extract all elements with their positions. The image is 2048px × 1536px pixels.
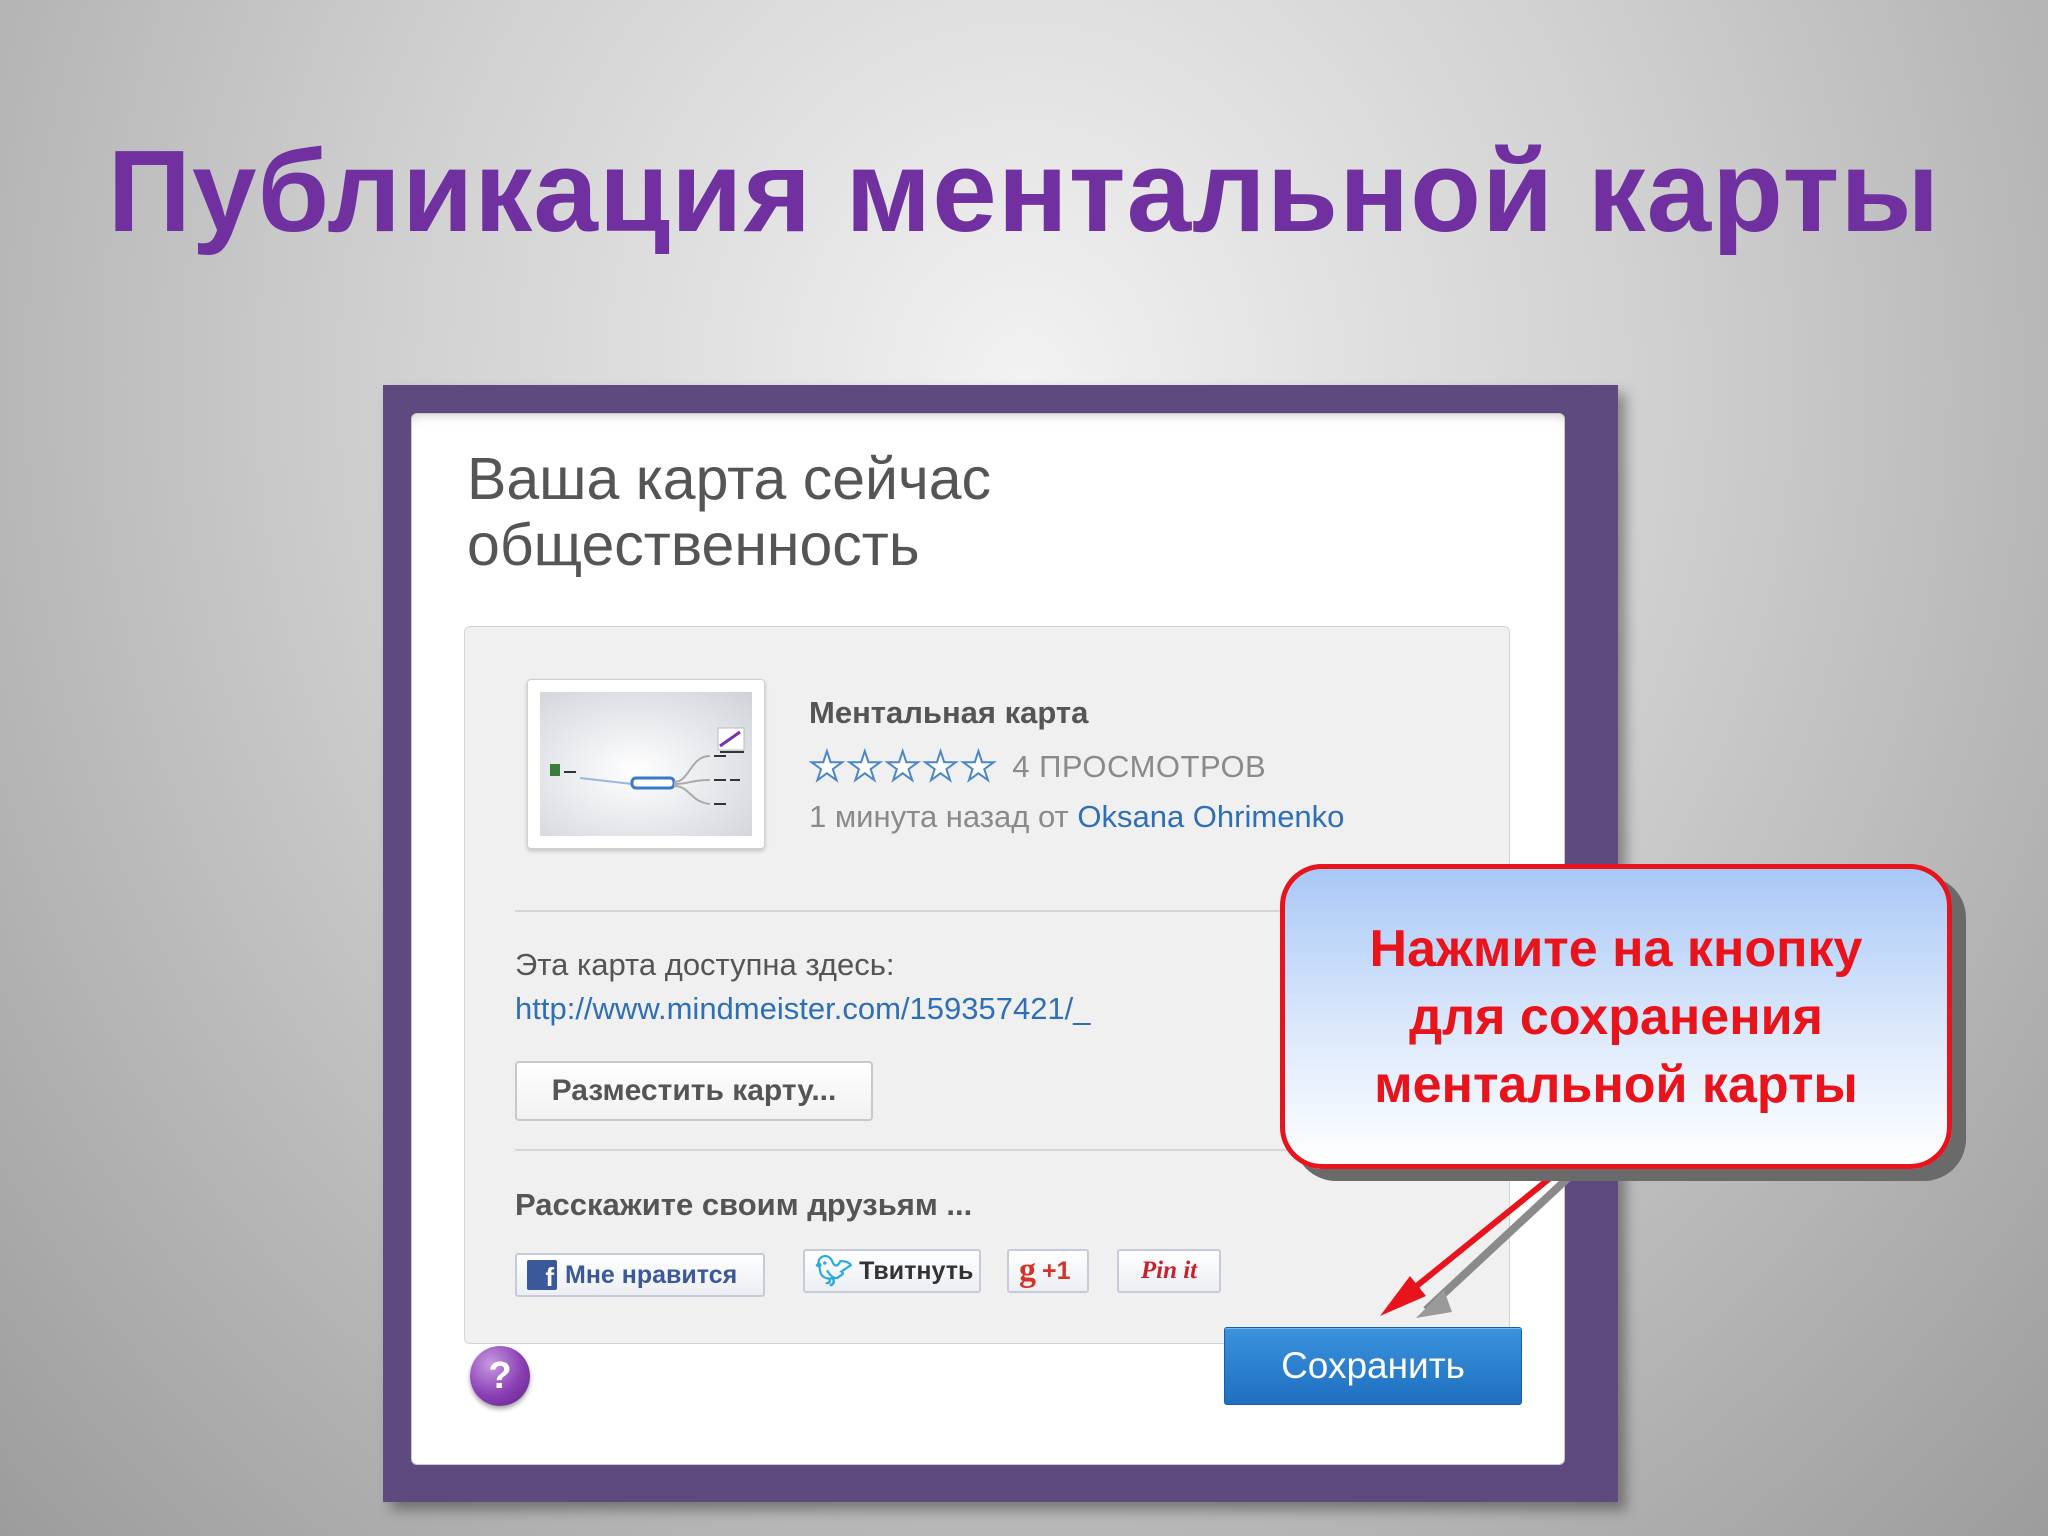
facebook-like-label: Мне нравится — [565, 1260, 738, 1289]
twitter-bird-icon: 🐦︎ — [815, 1254, 854, 1288]
map-thumbnail-image — [540, 692, 752, 836]
star-icon[interactable]: ★ — [922, 746, 960, 788]
tweet-label: Твитнуть — [859, 1256, 974, 1285]
google-g-icon: g — [1019, 1252, 1036, 1289]
share-label: Расскажите своим друзьям ... — [515, 1187, 973, 1222]
help-icon[interactable]: ? — [470, 1346, 530, 1406]
divider — [515, 1149, 1315, 1151]
mindmap-preview-icon — [550, 727, 745, 805]
dialog-title: Ваша карта сейчас общественность — [467, 446, 1267, 578]
available-label: Эта карта доступна здесь: — [515, 947, 895, 982]
callout-text: Нажмите на кнопку для сохранения менталь… — [1370, 915, 1863, 1119]
map-thumbnail[interactable] — [527, 679, 765, 849]
callout-line3: ментальной карты — [1374, 1055, 1858, 1114]
pinterest-button[interactable]: Pin it — [1117, 1249, 1221, 1293]
save-button[interactable]: Сохранить — [1224, 1327, 1522, 1405]
facebook-like-button[interactable]: f Мне нравится — [515, 1253, 765, 1297]
google-plus-label: +1 — [1042, 1256, 1071, 1285]
map-meta: 1 минута назад от Oksana Ohrimenko — [809, 799, 1344, 835]
callout-line2: для сохранения — [1409, 987, 1823, 1046]
rating-stars[interactable]: ★ ★ ★ ★ ★ — [808, 746, 997, 788]
slide-title: Публикация ментальной карты — [107, 126, 1941, 256]
star-icon[interactable]: ★ — [884, 746, 922, 788]
instruction-callout: Нажмите на кнопку для сохранения менталь… — [1280, 864, 1952, 1169]
pinterest-label: Pin it — [1140, 1257, 1198, 1284]
rating-row: ★ ★ ★ ★ ★ 4 ПРОСМОТРОВ — [808, 746, 1267, 788]
facebook-icon: f — [527, 1260, 557, 1290]
callout-line1: Нажмите на кнопку — [1369, 919, 1863, 978]
view-count: 4 ПРОСМОТРОВ — [1012, 749, 1267, 784]
dialog-title-line1: Ваша карта сейчас — [467, 446, 992, 512]
google-plus-button[interactable]: g +1 — [1007, 1249, 1089, 1293]
star-icon[interactable]: ★ — [959, 746, 997, 788]
divider — [515, 910, 1315, 912]
map-url-link[interactable]: http://www.mindmeister.com/159357421/_ — [515, 991, 1091, 1027]
star-icon[interactable]: ★ — [808, 746, 846, 788]
tweet-button[interactable]: 🐦︎ Твитнуть — [803, 1249, 981, 1293]
author-link[interactable]: Oksana Ohrimenko — [1077, 799, 1344, 834]
map-name[interactable]: Ментальная карта — [809, 695, 1088, 731]
dialog-title-line2: общественность — [467, 512, 920, 578]
map-time: 1 минута назад от — [809, 799, 1069, 834]
star-icon[interactable]: ★ — [846, 746, 884, 788]
embed-map-button[interactable]: Разместить карту... — [515, 1061, 873, 1121]
